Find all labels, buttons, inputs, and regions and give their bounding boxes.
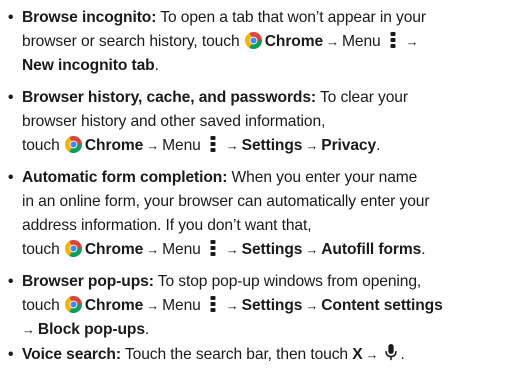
item-text: touch <box>22 137 60 154</box>
menu-icon <box>210 136 216 152</box>
period: . <box>144 321 150 338</box>
item-text: Touch the search bar, then touch <box>120 346 348 363</box>
bullet: • <box>8 9 14 26</box>
arrow-icon: → <box>305 242 319 257</box>
item-text: When you enter your name <box>227 169 418 186</box>
arrow-icon: → <box>146 298 160 313</box>
menu-icon <box>210 296 216 312</box>
bullet: • <box>8 273 14 290</box>
period: . <box>421 241 426 258</box>
arrow-icon: → <box>365 347 379 362</box>
autofill-forms-label: Autofill forms <box>321 241 422 258</box>
list-item-automatic-form-completion: • Automatic form completion: When you en… <box>8 166 502 262</box>
period: . <box>376 137 381 154</box>
chrome-label: Chrome <box>84 137 144 154</box>
help-page: • Browse incognito: To open a tab that w… <box>0 0 506 368</box>
item-text: in an online form, your browser can auto… <box>22 193 430 210</box>
chrome-icon <box>244 32 262 49</box>
content-settings-label: Content settings <box>321 297 443 314</box>
menu-label: Menu <box>162 137 201 154</box>
arrow-icon: → <box>22 322 35 337</box>
item-title: Voice search: <box>22 346 121 363</box>
list-item-browse-incognito: • Browse incognito: To open a tab that w… <box>8 6 502 78</box>
arrow-icon: → <box>146 138 160 153</box>
menu-icon <box>390 32 396 48</box>
item-text: To stop pop-up windows from opening, <box>153 273 422 290</box>
bullet: • <box>8 346 14 363</box>
settings-label: Settings <box>241 241 303 258</box>
chrome-icon <box>64 296 82 313</box>
chrome-label: Chrome <box>264 33 324 50</box>
item-text: browser or search history, touch <box>22 33 240 50</box>
list-item-voice-search: • Voice search: Touch the search bar, th… <box>8 343 502 367</box>
menu-label: Menu <box>162 241 201 258</box>
x-label: X <box>352 346 363 363</box>
chrome-icon <box>64 240 82 257</box>
chrome-icon <box>64 136 82 153</box>
item-title: Browser pop-ups: <box>22 273 154 290</box>
list-item-browser-history: • Browser history, cache, and passwords:… <box>8 86 502 158</box>
arrow-icon: → <box>225 298 239 313</box>
item-text: browser history and other saved informat… <box>22 113 326 130</box>
arrow-icon: → <box>225 242 239 257</box>
bullet: • <box>8 169 14 186</box>
privacy-label: Privacy <box>321 137 377 154</box>
item-title: Automatic form completion: <box>22 169 228 186</box>
item-text: To clear your <box>316 89 408 106</box>
menu-label: Menu <box>162 297 201 314</box>
item-text: touch <box>22 241 60 258</box>
item-text: To open a tab that won’t appear in your <box>156 9 426 26</box>
block-popups-label: Block pop-ups <box>37 321 145 338</box>
menu-icon <box>210 240 216 256</box>
item-text: touch <box>22 297 60 314</box>
arrow-icon: → <box>405 34 419 49</box>
item-title: Browse incognito: <box>22 9 157 26</box>
arrow-icon: → <box>305 298 319 313</box>
item-text: address information. If you don’t want t… <box>22 217 312 234</box>
arrow-icon: → <box>225 138 239 153</box>
chrome-label: Chrome <box>84 297 144 314</box>
period: . <box>400 346 405 363</box>
arrow-icon: → <box>146 242 160 257</box>
chrome-label: Chrome <box>84 241 144 258</box>
item-title: Browser history, cache, and passwords: <box>22 89 317 106</box>
settings-label: Settings <box>241 297 303 314</box>
microphone-icon <box>385 343 398 361</box>
list-item-browser-popups: • Browser pop-ups: To stop pop-up window… <box>8 270 502 342</box>
arrow-icon: → <box>326 34 339 49</box>
bullet: • <box>8 89 14 106</box>
menu-label: Menu <box>341 33 381 50</box>
period: . <box>154 57 159 74</box>
settings-label: Settings <box>241 137 303 154</box>
new-incognito-tab-label: New incognito tab <box>22 57 155 74</box>
arrow-icon: → <box>305 138 319 153</box>
